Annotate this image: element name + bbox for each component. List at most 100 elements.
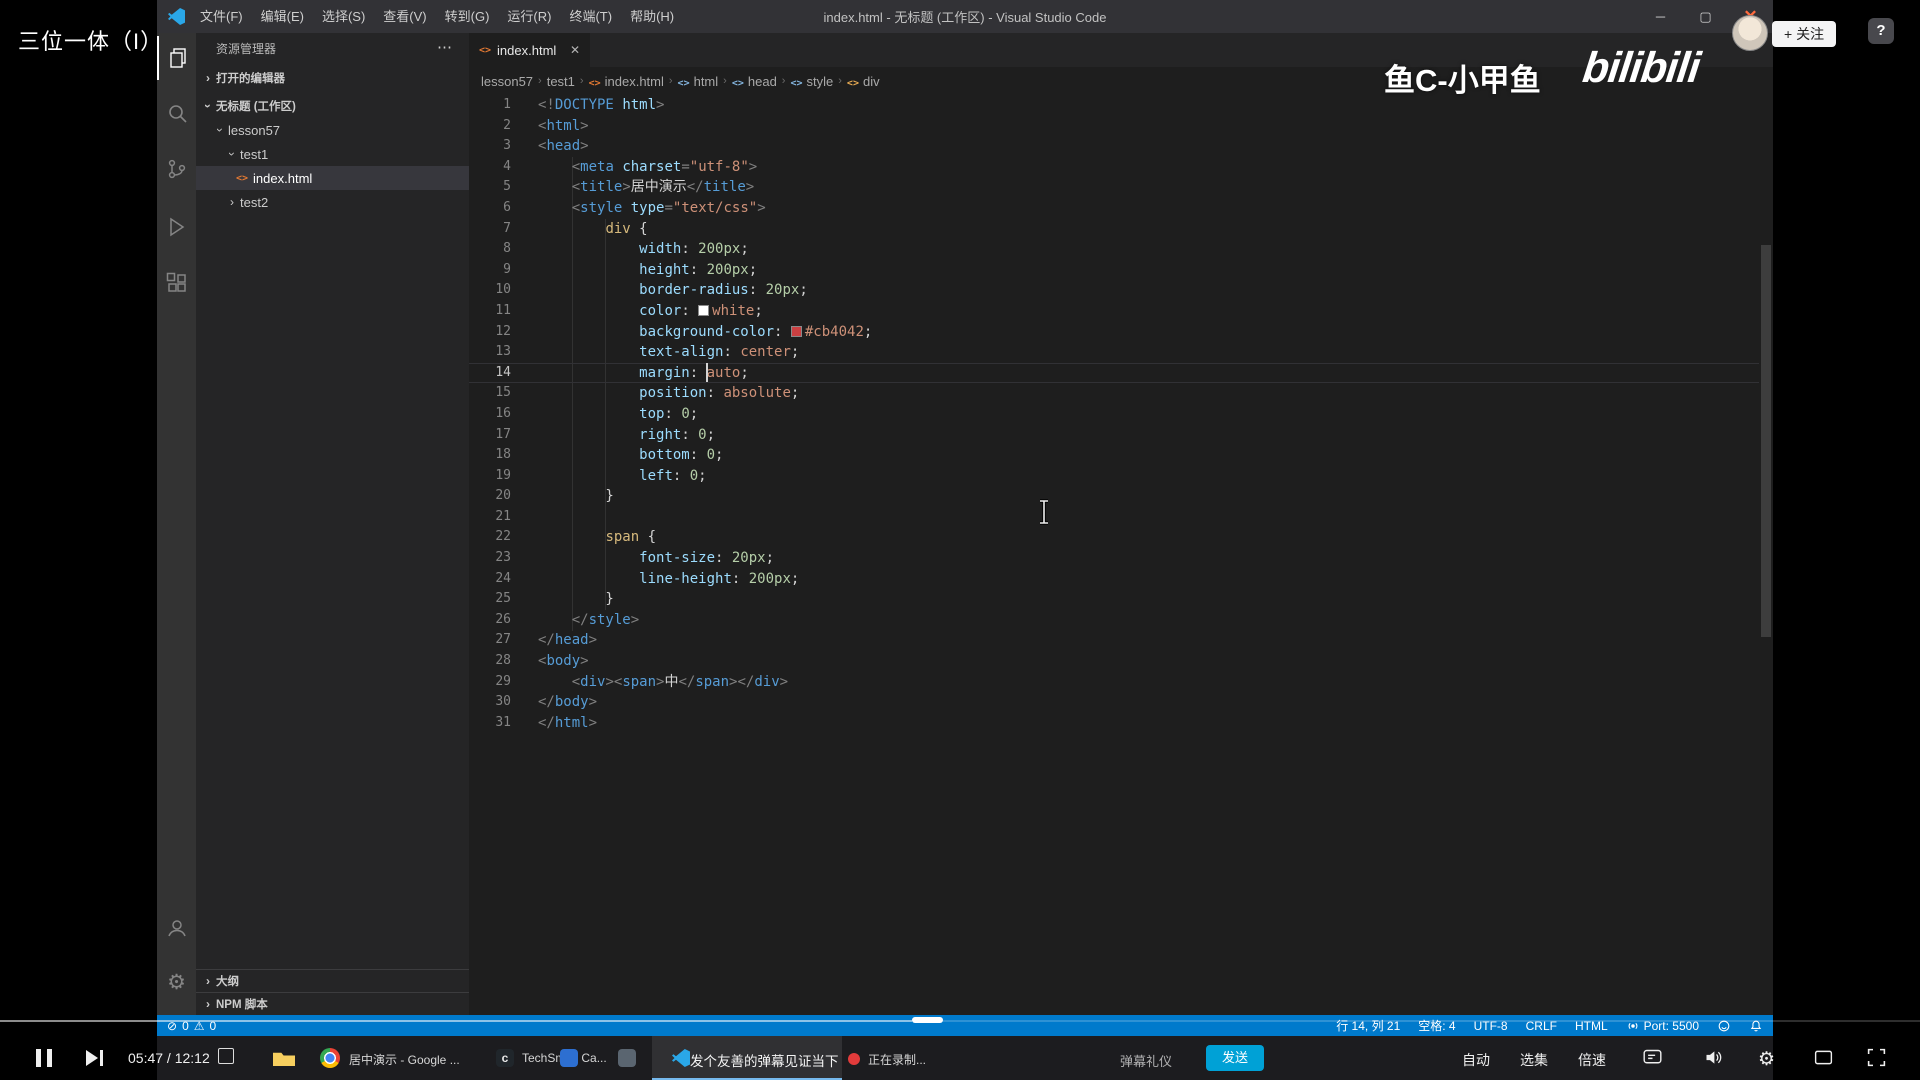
taskbar-recording-label[interactable]: 正在录制... <box>868 1051 926 1068</box>
code-line[interactable]: 12 background-color: #cb4042; <box>469 322 1759 343</box>
code-line[interactable]: 24 line-height: 200px; <box>469 569 1759 590</box>
color-swatch <box>791 326 802 337</box>
web-fullscreen-icon[interactable] <box>1813 1047 1834 1068</box>
code-line[interactable]: 26 </style> <box>469 610 1759 631</box>
activity-bar: ⚙ <box>157 33 196 1015</box>
npm-scripts-section[interactable]: › NPM 脚本 <box>196 992 469 1015</box>
danmaku-send-button[interactable]: 发送 <box>1206 1045 1264 1071</box>
code-line[interactable]: 17 right: 0; <box>469 425 1759 446</box>
player-settings-icon[interactable]: ⚙ <box>1758 1048 1775 1071</box>
chrome-icon[interactable] <box>320 1048 340 1068</box>
code-line[interactable]: 20 } <box>469 486 1759 507</box>
techsmith-icon[interactable]: c <box>496 1049 514 1067</box>
follow-button[interactable]: + 关注 <box>1772 21 1836 47</box>
chevron-down-icon: › <box>201 98 215 114</box>
quality-button[interactable]: 自动 <box>1462 1050 1490 1070</box>
app-icon-generic[interactable] <box>618 1049 636 1067</box>
tab-close-icon[interactable]: ✕ <box>570 43 580 57</box>
menubar-item[interactable]: 编辑(E) <box>252 0 313 33</box>
next-episode-button[interactable] <box>86 1050 98 1066</box>
line-number: 11 <box>469 301 511 322</box>
code-line[interactable]: 9 height: 200px; <box>469 260 1759 281</box>
task-view-icon[interactable] <box>218 1048 234 1064</box>
code-line[interactable]: 1<!DOCTYPE html> <box>469 95 1759 116</box>
code-line[interactable]: 8 width: 200px; <box>469 239 1759 260</box>
fullscreen-icon[interactable] <box>1866 1047 1887 1068</box>
help-button[interactable]: ? <box>1868 18 1894 44</box>
menubar-item[interactable]: 帮助(H) <box>621 0 683 33</box>
code-line[interactable]: 4 <meta charset="utf-8"> <box>469 157 1759 178</box>
file-explorer-icon[interactable] <box>273 1051 295 1066</box>
breadcrumb-item-test1[interactable]: test1 <box>547 74 575 89</box>
code-line[interactable]: 29 <div><span>中</span></div> <box>469 672 1759 693</box>
run-debug-icon[interactable] <box>157 205 196 249</box>
danmaku-etiquette-link[interactable]: 弹幕礼仪 <box>1120 1051 1172 1070</box>
more-actions-icon[interactable]: ⋯ <box>437 38 453 56</box>
video-progress-handle[interactable] <box>912 1017 943 1023</box>
speed-button[interactable]: 倍速 <box>1578 1050 1606 1070</box>
settings-gear-icon[interactable]: ⚙ <box>157 960 196 1004</box>
open-editors-section[interactable]: › 打开的编辑器 <box>196 66 469 90</box>
color-swatch <box>698 305 709 316</box>
code-line[interactable]: 30</body> <box>469 692 1759 713</box>
app-icon-camera[interactable] <box>560 1049 578 1067</box>
code-line[interactable]: 5 <title>居中演示</title> <box>469 177 1759 198</box>
code-line[interactable]: 6 <style type="text/css"> <box>469 198 1759 219</box>
explorer-item-test2[interactable]: ›test2 <box>196 190 469 214</box>
maximize-button[interactable]: ▢ <box>1683 0 1728 33</box>
extensions-icon[interactable] <box>157 261 196 305</box>
menubar-item[interactable]: 转到(G) <box>436 0 499 33</box>
uploader-avatar[interactable] <box>1732 15 1768 51</box>
code-line[interactable]: 16 top: 0; <box>469 404 1759 425</box>
menubar-item[interactable]: 查看(V) <box>374 0 435 33</box>
code-line[interactable]: 21 <box>469 507 1759 528</box>
code-line[interactable]: 14 margin: auto; <box>469 363 1759 384</box>
symbol-icon: <> <box>790 78 802 89</box>
line-number: 17 <box>469 425 511 446</box>
breadcrumb-item-index.html[interactable]: <>index.html <box>589 74 664 89</box>
danmaku-settings-icon[interactable] <box>1642 1047 1663 1068</box>
menubar-item[interactable]: 选择(S) <box>313 0 374 33</box>
breadcrumb-item-head[interactable]: <>head <box>732 74 777 89</box>
outline-section[interactable]: › 大纲 <box>196 969 469 992</box>
breadcrumb-item-html[interactable]: <>html <box>678 74 719 89</box>
code-line[interactable]: 22 span { <box>469 527 1759 548</box>
account-icon[interactable] <box>157 906 196 950</box>
search-icon[interactable] <box>157 91 196 135</box>
menubar-item[interactable]: 运行(R) <box>498 0 560 33</box>
symbol-icon: <> <box>589 78 601 89</box>
menubar-item[interactable]: 终端(T) <box>560 0 621 33</box>
danmaku-input[interactable]: 发个友善的弹幕见证当下 <box>690 1050 839 1070</box>
explorer-item-test1[interactable]: ›test1 <box>196 142 469 166</box>
code-line[interactable]: 7 div { <box>469 219 1759 240</box>
breadcrumb-item-lesson57[interactable]: lesson57 <box>481 74 533 89</box>
taskbar-chrome-label[interactable]: 居中演示 - Google ... <box>349 1051 460 1068</box>
menubar-item[interactable]: 文件(F) <box>191 0 252 33</box>
code-line[interactable]: 2<html> <box>469 116 1759 137</box>
explorer-item-lesson57[interactable]: ›lesson57 <box>196 118 469 142</box>
code-editor[interactable]: 1<!DOCTYPE html>2<html>3<head>4 <meta ch… <box>469 95 1759 733</box>
explorer-item-index.html[interactable]: <>index.html <box>196 166 469 190</box>
episodes-button[interactable]: 选集 <box>1520 1050 1548 1070</box>
code-line[interactable]: 25 } <box>469 589 1759 610</box>
code-line[interactable]: 13 text-align: center; <box>469 342 1759 363</box>
code-line[interactable]: 19 left: 0; <box>469 466 1759 487</box>
code-line[interactable]: 10 border-radius: 20px; <box>469 280 1759 301</box>
code-line[interactable]: 15 position: absolute; <box>469 383 1759 404</box>
code-line[interactable]: 3<head> <box>469 136 1759 157</box>
code-line[interactable]: 28<body> <box>469 651 1759 672</box>
pause-button[interactable] <box>36 1049 52 1067</box>
code-line[interactable]: 31</html> <box>469 713 1759 734</box>
code-line[interactable]: 27</head> <box>469 630 1759 651</box>
editor-scrollbar[interactable] <box>1761 245 1771 637</box>
minimize-button[interactable]: ─ <box>1638 0 1683 33</box>
volume-icon[interactable] <box>1703 1047 1724 1068</box>
breadcrumb-item-div[interactable]: <>div <box>847 74 880 89</box>
code-line[interactable]: 23 font-size: 20px; <box>469 548 1759 569</box>
source-control-icon[interactable] <box>157 147 196 191</box>
breadcrumb-item-style[interactable]: <>style <box>790 74 833 89</box>
tab-index-html[interactable]: <> index.html ✕ <box>469 33 590 67</box>
code-line[interactable]: 18 bottom: 0; <box>469 445 1759 466</box>
code-line[interactable]: 11 color: white; <box>469 301 1759 322</box>
workspace-section[interactable]: › 无标题 (工作区) <box>196 94 469 118</box>
